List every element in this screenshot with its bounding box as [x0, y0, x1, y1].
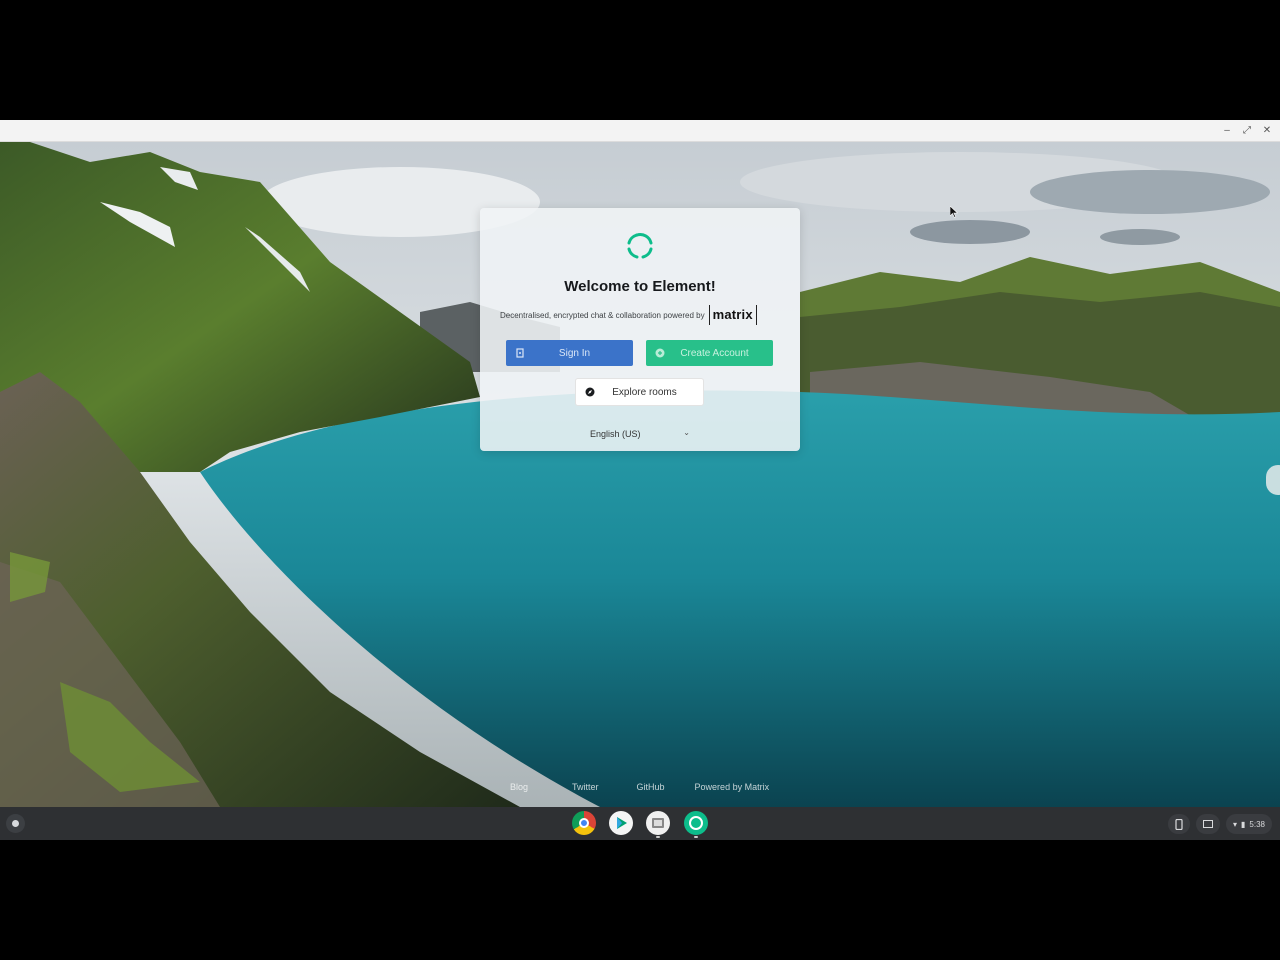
- files-icon[interactable]: [646, 811, 670, 835]
- system-tray[interactable]: ▾ ▮ 5:38: [1226, 814, 1272, 834]
- footer-links: Blog Twitter GitHub Powered by Matrix: [510, 782, 769, 796]
- window-titlebar: – ⤢ ✕: [0, 120, 1280, 142]
- running-indicator: [656, 836, 660, 838]
- wifi-icon: ▾: [1233, 819, 1238, 829]
- element-logo-icon: [627, 233, 653, 259]
- close-button[interactable]: ✕: [1260, 124, 1274, 138]
- clock: 5:38: [1249, 819, 1265, 829]
- explore-rooms-button[interactable]: Explore rooms: [576, 379, 703, 405]
- create-account-button[interactable]: Create Account: [646, 340, 773, 366]
- play-store-icon[interactable]: [609, 811, 633, 835]
- side-panel-handle[interactable]: [1266, 465, 1280, 495]
- chrome-icon[interactable]: [572, 811, 596, 835]
- battery-icon: ▮: [1241, 819, 1246, 829]
- maximize-button[interactable]: ⤢: [1240, 124, 1254, 138]
- sign-in-icon: [514, 347, 526, 359]
- compass-icon: [584, 386, 596, 398]
- phone-hub-button[interactable]: [1168, 814, 1190, 834]
- chromeos-screen: – ⤢ ✕ Welcome to Element! Decentralised,…: [0, 120, 1280, 840]
- welcome-card: Welcome to Element! Decentralised, encry…: [480, 208, 800, 451]
- minimize-button[interactable]: –: [1220, 124, 1234, 138]
- mouse-pointer-icon: [950, 206, 958, 218]
- footer-link-blog[interactable]: Blog: [510, 782, 528, 796]
- screen-capture-icon: [1203, 820, 1213, 828]
- language-select[interactable]: English (US) ⌄: [590, 426, 690, 442]
- footer-link-matrix[interactable]: Powered by Matrix: [695, 782, 770, 796]
- language-value: English (US): [590, 429, 641, 439]
- element-icon[interactable]: [684, 811, 708, 835]
- footer-link-twitter[interactable]: Twitter: [572, 782, 599, 796]
- tagline: Decentralised, encrypted chat & collabor…: [500, 304, 757, 326]
- status-area: ▾ ▮ 5:38: [1168, 813, 1272, 835]
- tagline-text: Decentralised, encrypted chat & collabor…: [500, 310, 705, 320]
- sign-in-button[interactable]: Sign In: [506, 340, 633, 366]
- welcome-title: Welcome to Element!: [564, 278, 716, 295]
- shelf-taskbar: ▾ ▮ 5:38: [0, 807, 1280, 840]
- chevron-down-icon: ⌄: [683, 428, 690, 437]
- running-indicator: [694, 836, 698, 838]
- matrix-logo[interactable]: matrix: [708, 305, 757, 325]
- launcher-button[interactable]: [6, 814, 25, 833]
- phone-icon: [1175, 818, 1183, 830]
- footer-link-github[interactable]: GitHub: [637, 782, 665, 796]
- add-user-icon: [654, 347, 666, 359]
- notifications-button[interactable]: [1196, 814, 1220, 834]
